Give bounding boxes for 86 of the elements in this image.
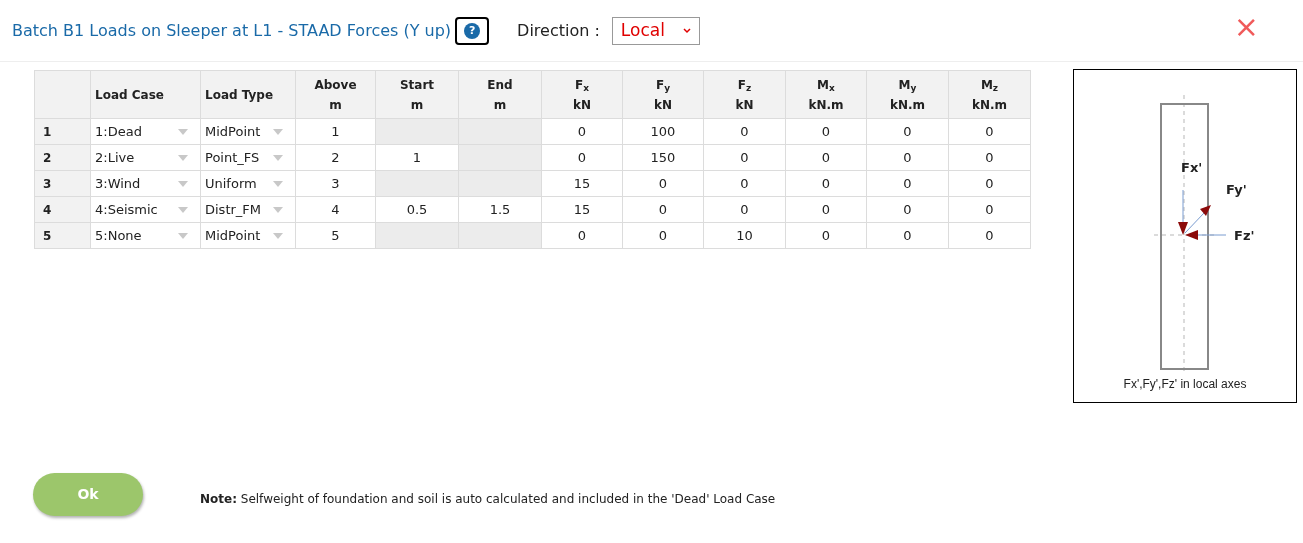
- dialog-title: Batch B1 Loads on Sleeper at L1 - STAAD Forces (Y up): [12, 19, 452, 42]
- table-cell[interactable]: 0: [785, 170, 867, 197]
- table-cell[interactable]: 1.5: [458, 196, 542, 223]
- table-cell[interactable]: 0: [703, 144, 786, 171]
- table-cell[interactable]: 0: [948, 170, 1031, 197]
- table-cell[interactable]: 0: [785, 196, 867, 223]
- table-cell[interactable]: 0: [866, 196, 949, 223]
- table-cell[interactable]: 0: [785, 222, 867, 249]
- dropdown-caret-icon: [273, 206, 283, 213]
- chevron-down-icon: [682, 27, 691, 34]
- direction-select[interactable]: Local: [611, 16, 700, 45]
- load-type-select[interactable]: Point_FS: [200, 144, 296, 171]
- table-cell[interactable]: 100: [622, 118, 704, 145]
- table-cell[interactable]: 3: [295, 170, 376, 197]
- dropdown-caret-icon: [178, 206, 188, 213]
- table-cell[interactable]: 0: [948, 222, 1031, 249]
- table-cell[interactable]: 0: [703, 196, 786, 223]
- table-cell[interactable]: 0: [541, 222, 623, 249]
- note-text: Note: Selfweight of foundation and soil is auto calculated and included in the 'Dead' Load Case: [200, 490, 776, 508]
- column-header: F$_{z}$ kN: [703, 70, 786, 119]
- dropdown-caret-icon: [273, 232, 283, 239]
- table-cell[interactable]: 0: [785, 144, 867, 171]
- table-cell[interactable]: 4: [295, 196, 376, 223]
- diagram-caption: Fx',Fy',Fz' in local axes: [1123, 376, 1247, 393]
- column-header: Above m: [295, 70, 376, 119]
- table-cell[interactable]: 0: [866, 118, 949, 145]
- force-label: Fy': [1226, 182, 1247, 197]
- column-header: Load Case: [90, 70, 201, 119]
- load-case-select[interactable]: 3:Wind: [90, 170, 201, 197]
- column-header: End m: [458, 70, 542, 119]
- column-header: M$_{x}$ kN.m: [785, 70, 867, 119]
- table-cell[interactable]: 0: [866, 222, 949, 249]
- row-number: 4: [34, 196, 91, 223]
- table-cell[interactable]: 0.5: [375, 196, 459, 223]
- load-case-select[interactable]: 1:Dead: [90, 118, 201, 145]
- dropdown-caret-icon: [178, 154, 188, 161]
- dropdown-caret-icon: [178, 232, 188, 239]
- table-cell[interactable]: 0: [948, 118, 1031, 145]
- dropdown-caret-icon: [178, 128, 188, 135]
- table-cell[interactable]: 0: [785, 118, 867, 145]
- row-number: 2: [34, 144, 91, 171]
- help-button[interactable]: ?: [455, 16, 490, 45]
- table-cell[interactable]: 0: [541, 118, 623, 145]
- load-case-select[interactable]: 2:Live: [90, 144, 201, 171]
- dropdown-caret-icon: [273, 154, 283, 161]
- force-label: Fx': [1181, 160, 1203, 175]
- direction-label: Direction :: [517, 19, 600, 42]
- dropdown-caret-icon: [273, 180, 283, 187]
- table-cell[interactable]: 150: [622, 144, 704, 171]
- row-number: 1: [34, 118, 91, 145]
- table-cell[interactable]: 0: [622, 222, 704, 249]
- load-case-select[interactable]: 5:None: [90, 222, 201, 249]
- table-cell[interactable]: 0: [703, 118, 786, 145]
- dropdown-caret-icon: [178, 180, 188, 187]
- load-type-select[interactable]: MidPoint: [200, 118, 296, 145]
- table-cell[interactable]: 15: [541, 196, 623, 223]
- column-header: M$_{y}$ kN.m: [866, 70, 949, 119]
- table-cell[interactable]: 15: [541, 170, 623, 197]
- table-cell[interactable]: 0: [622, 196, 704, 223]
- force-label: Fz': [1234, 228, 1255, 243]
- table-cell[interactable]: 0: [948, 196, 1031, 223]
- table-cell[interactable]: 0: [866, 170, 949, 197]
- load-type-select[interactable]: Uniform: [200, 170, 296, 197]
- force-arrows-drawing: [1178, 189, 1227, 240]
- table-cell[interactable]: 2: [295, 144, 376, 171]
- column-header: F$_{y}$ kN: [622, 70, 704, 119]
- load-type-select[interactable]: MidPoint: [200, 222, 296, 249]
- table-cell[interactable]: 1: [295, 118, 376, 145]
- load-type-select[interactable]: Distr_FM: [200, 196, 296, 223]
- row-number: 5: [34, 222, 91, 249]
- corner-cell: [34, 70, 91, 119]
- table-cell[interactable]: 0: [622, 170, 704, 197]
- column-header: Start m: [375, 70, 459, 119]
- column-header: M$_{z}$ kN.m: [948, 70, 1031, 119]
- table-cell[interactable]: 0: [541, 144, 623, 171]
- table-cell[interactable]: 0: [703, 170, 786, 197]
- column-header: Load Type: [200, 70, 296, 119]
- table-cell[interactable]: 5: [295, 222, 376, 249]
- dropdown-caret-icon: [273, 128, 283, 135]
- table-cell[interactable]: 0: [948, 144, 1031, 171]
- table-cell[interactable]: 10: [703, 222, 786, 249]
- column-header: F$_{x}$ kN: [541, 70, 623, 119]
- load-case-select[interactable]: 4:Seismic: [90, 196, 201, 223]
- table-cell[interactable]: 1: [375, 144, 459, 171]
- row-number: 3: [34, 170, 91, 197]
- table-cell[interactable]: 0: [866, 144, 949, 171]
